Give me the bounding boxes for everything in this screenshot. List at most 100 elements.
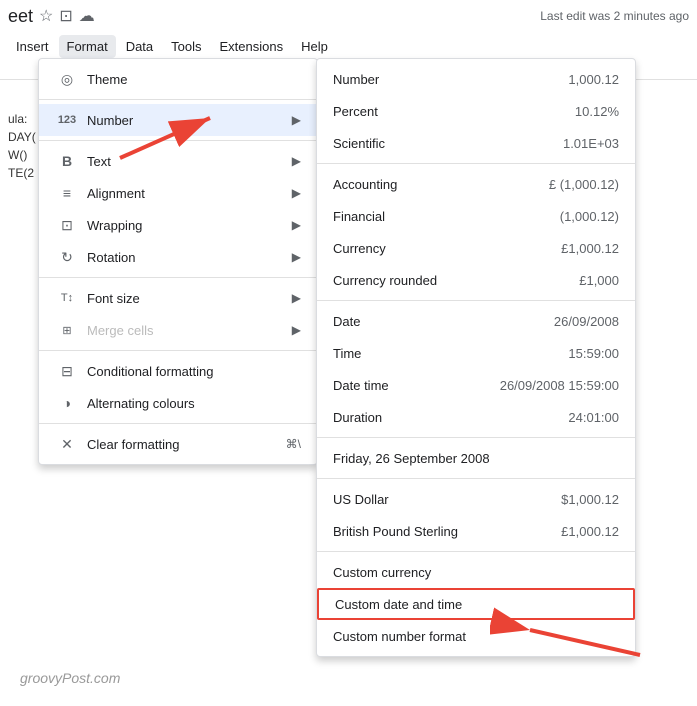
submenu-usdollar-value: $1,000.12 [561, 492, 619, 507]
submenu-time-value: 15:59:00 [568, 346, 619, 361]
format-menu-alignment-label: Alignment [87, 186, 292, 201]
format-menu-conditional-label: Conditional formatting [87, 364, 301, 379]
submenu-item-number[interactable]: Number 1,000.12 [317, 63, 635, 95]
text-arrow-icon: ▶ [292, 154, 301, 168]
submenu-number-value: 1,000.12 [568, 72, 619, 87]
format-menu-item-merge: ⊞ Merge cells ▶ [39, 314, 317, 346]
submenu-item-custom-currency[interactable]: Custom currency [317, 556, 635, 588]
fontsize-arrow-icon: ▶ [292, 291, 301, 305]
submenu-custom-datetime-label: Custom date and time [335, 597, 617, 612]
menu-item-help[interactable]: Help [293, 35, 336, 58]
format-menu-wrapping-label: Wrapping [87, 218, 292, 233]
format-menu-item-fontsize[interactable]: T↕ Font size ▶ [39, 282, 317, 314]
format-menu-rotation-label: Rotation [87, 250, 292, 265]
submenu-custom-number-label: Custom number format [333, 629, 619, 644]
rotation-arrow-icon: ▶ [292, 250, 301, 264]
wrapping-icon: ⊡ [55, 217, 79, 234]
submenu-financial-value: (1,000.12) [560, 209, 619, 224]
format-menu-item-theme[interactable]: ◎ Theme [39, 63, 317, 95]
format-menu-item-alignment[interactable]: ≡ Alignment ▶ [39, 177, 317, 209]
submenu-currency-label: Currency [333, 241, 561, 256]
submenu-item-datetime[interactable]: Date time 26/09/2008 15:59:00 [317, 369, 635, 401]
rotation-icon: ↻ [55, 249, 79, 266]
merge-arrow-icon: ▶ [292, 323, 301, 337]
format-menu-clear-label: Clear formatting [87, 437, 286, 452]
menu-item-insert[interactable]: Insert [8, 35, 57, 58]
format-menu-item-conditional[interactable]: ⊟ Conditional formatting [39, 355, 317, 387]
submenu-scientific-value: 1.01E+03 [563, 136, 619, 151]
submenu-item-gbp[interactable]: British Pound Sterling £1,000.12 [317, 515, 635, 547]
format-menu-item-clear[interactable]: ✕ Clear formatting ⌘\ [39, 428, 317, 460]
menu-item-format[interactable]: Format [59, 35, 116, 58]
fontsize-icon: T↕ [55, 292, 79, 304]
format-menu-item-wrapping[interactable]: ⊡ Wrapping ▶ [39, 209, 317, 241]
star-icon[interactable]: ☆ [39, 6, 53, 26]
submenu-usdollar-label: US Dollar [333, 492, 561, 507]
format-menu-theme-label: Theme [87, 72, 301, 87]
alignment-arrow-icon: ▶ [292, 186, 301, 200]
merge-icon: ⊞ [55, 324, 79, 337]
submenu-item-accounting[interactable]: Accounting £ (1,000.12) [317, 168, 635, 200]
submenu-item-date[interactable]: Date 26/09/2008 [317, 305, 635, 337]
app-title: eet [8, 6, 33, 27]
format-menu-item-rotation[interactable]: ↻ Rotation ▶ [39, 241, 317, 273]
submenu-duration-label: Duration [333, 410, 568, 425]
menu-bar: Insert Format Data Tools Extensions Help [0, 32, 697, 60]
submenu-percent-value: 10.12% [575, 104, 619, 119]
last-edit-text: Last edit was 2 minutes ago [540, 9, 689, 23]
submenu-divider-5 [317, 551, 635, 552]
format-menu-text-label: Text [87, 154, 292, 169]
submenu-item-duration[interactable]: Duration 24:01:00 [317, 401, 635, 433]
number-arrow-icon: ▶ [292, 113, 301, 127]
format-menu-divider-4 [39, 350, 317, 351]
submenu-date-value: 26/09/2008 [554, 314, 619, 329]
cloud-icon[interactable]: ☁ [79, 6, 95, 26]
format-menu-divider-3 [39, 277, 317, 278]
menu-item-data[interactable]: Data [118, 35, 161, 58]
submenu-item-currency-rounded[interactable]: Currency rounded £1,000 [317, 264, 635, 296]
submenu-item-percent[interactable]: Percent 10.12% [317, 95, 635, 127]
submenu-datetime-label: Date time [333, 378, 500, 393]
submenu-time-label: Time [333, 346, 568, 361]
submenu-item-financial[interactable]: Financial (1,000.12) [317, 200, 635, 232]
format-menu: ◎ Theme 123 Number ▶ B Text ▶ ≡ Alignmen… [38, 58, 318, 465]
format-menu-item-alternating[interactable]: ◑ Alternating colours [39, 387, 317, 419]
submenu-percent-label: Percent [333, 104, 575, 119]
submenu-accounting-label: Accounting [333, 177, 549, 192]
clear-shortcut: ⌘\ [286, 437, 301, 451]
clear-icon: ✕ [55, 436, 79, 453]
submenu-gbp-label: British Pound Sterling [333, 524, 561, 539]
format-menu-divider-2 [39, 140, 317, 141]
format-menu-divider-5 [39, 423, 317, 424]
menu-item-tools[interactable]: Tools [163, 35, 209, 58]
submenu-item-usdollar[interactable]: US Dollar $1,000.12 [317, 483, 635, 515]
submenu-divider-3 [317, 437, 635, 438]
submenu-divider-1 [317, 163, 635, 164]
submenu-accounting-value: £ (1,000.12) [549, 177, 619, 192]
format-menu-fontsize-label: Font size [87, 291, 292, 306]
conditional-icon: ⊟ [55, 363, 79, 380]
submenu-currency-rounded-label: Currency rounded [333, 273, 579, 288]
format-menu-merge-label: Merge cells [87, 323, 292, 338]
submenu-date-label: Date [333, 314, 554, 329]
submenu-number-label: Number [333, 72, 568, 87]
submenu-item-time[interactable]: Time 15:59:00 [317, 337, 635, 369]
submenu-custom-currency-label: Custom currency [333, 565, 619, 580]
format-menu-divider-1 [39, 99, 317, 100]
submenu-item-currency[interactable]: Currency £1,000.12 [317, 232, 635, 264]
format-menu-item-text[interactable]: B Text ▶ [39, 145, 317, 177]
submenu-scientific-label: Scientific [333, 136, 563, 151]
format-menu-item-number[interactable]: 123 Number ▶ [39, 104, 317, 136]
submenu-item-scientific[interactable]: Scientific 1.01E+03 [317, 127, 635, 159]
number-submenu: Number 1,000.12 Percent 10.12% Scientifi… [316, 58, 636, 657]
submenu-item-custom-number[interactable]: Custom number format [317, 620, 635, 652]
folder-icon[interactable]: ⊡ [59, 6, 72, 26]
submenu-divider-4 [317, 478, 635, 479]
title-bar: eet ☆ ⊡ ☁ Last edit was 2 minutes ago [0, 0, 697, 32]
alternating-icon: ◑ [55, 395, 79, 411]
submenu-divider-2 [317, 300, 635, 301]
submenu-item-custom-datetime[interactable]: Custom date and time [317, 588, 635, 620]
submenu-item-long-date[interactable]: Friday, 26 September 2008 [317, 442, 635, 474]
watermark: groovyPost.com [20, 670, 120, 686]
menu-item-extensions[interactable]: Extensions [212, 35, 292, 58]
